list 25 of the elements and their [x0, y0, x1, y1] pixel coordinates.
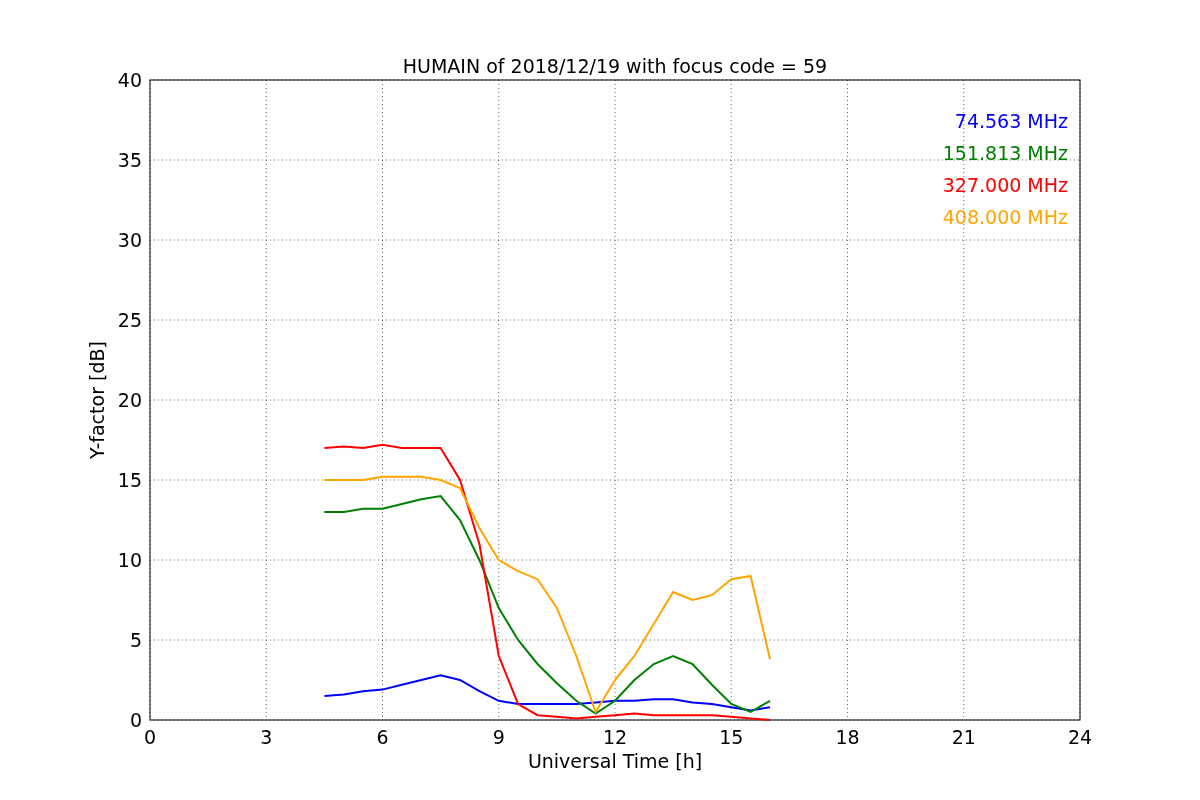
y-tick-label: 0	[129, 709, 142, 731]
y-tick-label: 30	[117, 229, 142, 251]
x-tick-label: 15	[719, 726, 744, 748]
legend-label: 74.563 MHz	[954, 110, 1068, 132]
x-tick-label: 18	[835, 726, 860, 748]
x-tick-label: 24	[1067, 726, 1093, 748]
y-tick-label: 25	[117, 309, 142, 331]
x-tick-label: 6	[376, 726, 389, 748]
legend-label: 151.813 MHz	[942, 142, 1068, 164]
x-tick-label: 12	[602, 726, 628, 748]
y-tick-label: 20	[117, 389, 142, 411]
y-tick-label: 10	[117, 549, 142, 571]
x-tick-label: 3	[260, 726, 273, 748]
y-tick-label: 35	[117, 149, 142, 171]
legend-label: 408.000 MHz	[942, 206, 1068, 228]
legend-label: 327.000 MHz	[942, 174, 1068, 196]
x-axis-label: Universal Time [h]	[527, 750, 703, 772]
y-tick-label: 5	[129, 629, 142, 651]
y-axis-label: Y-factor [dB]	[86, 341, 108, 459]
y-tick-label: 40	[117, 69, 142, 91]
x-tick-label: 0	[143, 726, 157, 748]
y-tick-label: 15	[117, 469, 142, 491]
chart-title: HUMAIN of 2018/12/19 with focus code = 59	[402, 55, 828, 77]
x-tick-label: 21	[951, 726, 976, 748]
x-tick-label: 9	[492, 726, 505, 748]
